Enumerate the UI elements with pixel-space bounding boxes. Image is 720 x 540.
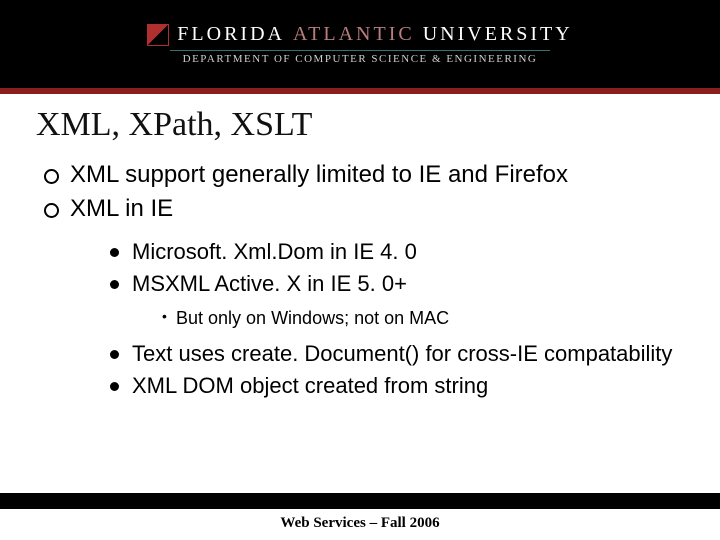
footer: Web Services – Fall 2006	[0, 493, 720, 540]
department-line: DEPARTMENT OF COMPUTER SCIENCE & ENGINEE…	[147, 53, 572, 65]
logo-divider	[170, 50, 550, 51]
logo-main-line: FLORIDA ATLANTIC UNIVERSITY	[147, 23, 572, 46]
list-item: MSXML Active. X in IE 5. 0+ But only on …	[110, 270, 684, 331]
logo-word-florida: FLORIDA	[177, 23, 285, 46]
list-item: But only on Windows; not on MAC	[162, 307, 684, 330]
logo-word-atlantic: ATLANTIC	[293, 23, 415, 46]
list-item: XML support generally limited to IE and …	[44, 160, 684, 190]
university-logo: FLORIDA ATLANTIC UNIVERSITY DEPARTMENT O…	[147, 23, 572, 65]
list-item: XML DOM object created from string	[110, 372, 684, 400]
header-bar: FLORIDA ATLANTIC UNIVERSITY DEPARTMENT O…	[0, 0, 720, 88]
list-item: XML in IE Microsoft. Xml.Dom in IE 4. 0 …	[44, 194, 684, 399]
list-item-text: XML in IE	[70, 195, 173, 222]
slide-title: XML, XPath, XSLT	[36, 106, 684, 144]
bullet-list-level2: Microsoft. Xml.Dom in IE 4. 0 MSXML Acti…	[70, 238, 684, 399]
fau-seal-icon	[147, 24, 169, 46]
footer-text: Web Services – Fall 2006	[0, 509, 720, 540]
list-item: Text uses create. Document() for cross-I…	[110, 340, 684, 368]
slide-content: XML, XPath, XSLT XML support generally l…	[0, 94, 720, 399]
logo-word-university: UNIVERSITY	[423, 23, 573, 46]
list-item-text: MSXML Active. X in IE 5. 0+	[132, 271, 407, 296]
list-item: Microsoft. Xml.Dom in IE 4. 0	[110, 238, 684, 266]
bullet-list-level3: But only on Windows; not on MAC	[132, 307, 684, 330]
bullet-list-level1: XML support generally limited to IE and …	[36, 160, 684, 399]
footer-bar	[0, 493, 720, 509]
